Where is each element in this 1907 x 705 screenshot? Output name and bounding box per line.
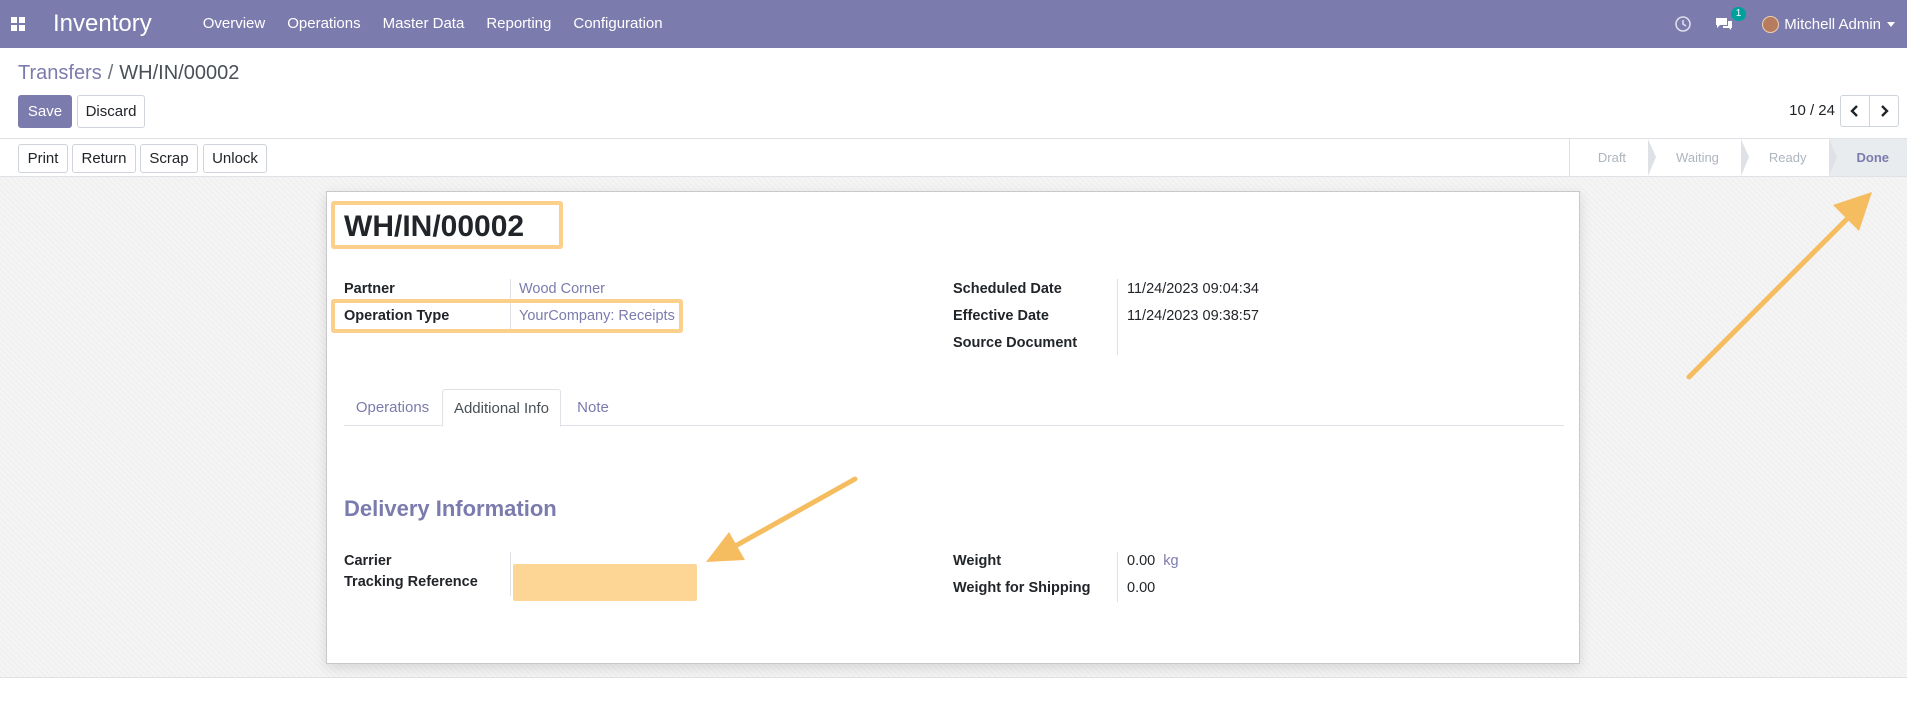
partner-value[interactable]: Wood Corner [519,281,605,297]
field-divider [1117,279,1118,355]
discard-button[interactable]: Discard [77,95,145,128]
effective-date-label: Effective Date [953,308,1049,324]
breadcrumb-current: WH/IN/00002 [119,62,240,84]
field-divider [1117,552,1118,602]
scheduled-date-value[interactable]: 11/24/2023 09:04:34 [1127,281,1259,297]
weight-unit[interactable]: kg [1163,553,1178,569]
tracking-reference-field[interactable] [513,564,697,601]
unlock-button[interactable]: Unlock [203,144,267,173]
tracking-reference-label: Tracking Reference [344,574,478,590]
partner-label: Partner [344,281,395,297]
clock-icon[interactable] [1674,15,1692,33]
stage-draft[interactable]: Draft [1570,139,1657,176]
save-button[interactable]: Save [18,95,72,128]
user-menu[interactable]: Mitchell Admin [1762,15,1895,33]
weight-for-shipping-label: Weight for Shipping [953,580,1091,596]
pager-value[interactable]: 10 / 24 [1789,102,1835,119]
chat-button[interactable]: 1 [1714,7,1747,34]
scrap-button[interactable]: Scrap [140,144,198,173]
print-button[interactable]: Print [18,144,68,173]
operation-type-highlight [331,299,683,333]
user-name: Mitchell Admin [1784,15,1881,33]
menu-operations[interactable]: Operations [276,0,371,48]
weight-number: 0.00 [1127,553,1156,569]
notebook-tabs: Operations Additional Info Note [344,389,1564,427]
statusbar: Print Return Scrap Unlock Draft Waiting … [0,138,1907,177]
title-highlight [331,201,563,249]
caret-down-icon [1887,21,1895,27]
stage-waiting[interactable]: Waiting [1648,139,1749,176]
return-button[interactable]: Return [72,144,136,173]
footer-area [0,677,1907,705]
top-navbar: Inventory Overview Operations Master Dat… [0,0,1907,48]
tab-note[interactable]: Note [563,389,623,426]
weight-for-shipping-value[interactable]: 0.00 [1127,580,1155,596]
breadcrumb-separator: / [107,62,114,84]
source-document-label: Source Document [953,335,1078,351]
form-sheet: WH/IN/00002 Partner Wood Corner Operatio… [326,191,1580,664]
stage-ready[interactable]: Ready [1741,139,1837,176]
menu-reporting[interactable]: Reporting [475,0,562,48]
pager-previous-button[interactable] [1840,95,1870,127]
menu-master-data[interactable]: Master Data [372,0,476,48]
menu-configuration[interactable]: Configuration [562,0,673,48]
main-menu: Overview Operations Master Data Reportin… [192,0,674,48]
field-divider [510,552,511,596]
tab-operations[interactable]: Operations [344,389,441,426]
chat-count-badge: 1 [1730,7,1747,21]
effective-date-value: 11/24/2023 09:38:57 [1127,308,1259,324]
weight-value[interactable]: 0.00 kg [1127,553,1179,569]
stage-done[interactable]: Done [1828,139,1907,176]
breadcrumb-transfers[interactable]: Transfers [18,62,102,84]
chevron-right-icon [1881,105,1889,117]
tab-additional-info[interactable]: Additional Info [442,389,561,427]
avatar [1762,15,1780,33]
delivery-section-title: Delivery Information [344,496,557,521]
pager-next-button[interactable] [1869,95,1899,127]
chevron-left-icon [1850,105,1858,117]
scheduled-date-label: Scheduled Date [953,281,1062,297]
menu-overview[interactable]: Overview [192,0,277,48]
breadcrumb: Transfers / WH/IN/00002 [18,62,239,85]
apps-icon[interactable] [0,0,36,48]
stage-bar: Draft Waiting Ready Done [1568,139,1907,176]
app-name[interactable]: Inventory [53,10,152,38]
weight-label: Weight [953,553,1002,569]
carrier-label: Carrier [344,553,392,569]
